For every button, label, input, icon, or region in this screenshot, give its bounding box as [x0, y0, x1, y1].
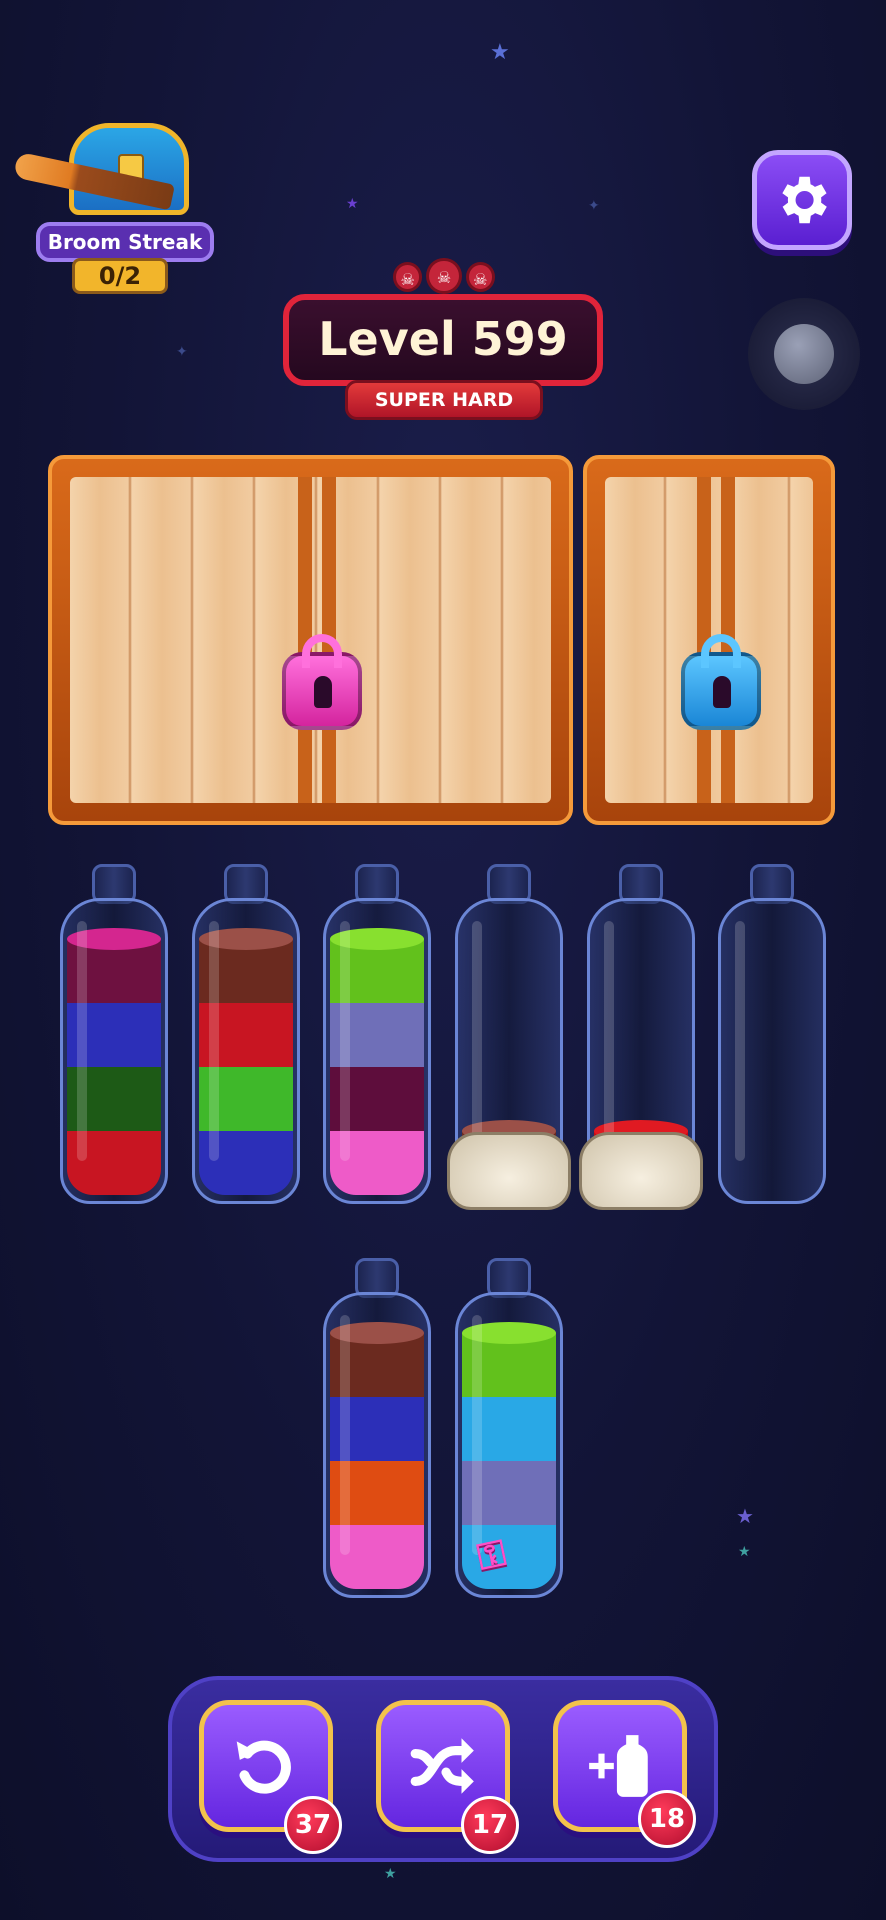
skull-icon: ☠	[465, 262, 496, 292]
bottle[interactable]	[192, 864, 300, 1204]
bottle[interactable]	[323, 1258, 431, 1598]
padlock-shackle	[302, 634, 342, 668]
bottle-glass	[718, 898, 826, 1204]
settings-button[interactable]	[752, 150, 852, 250]
difficulty-label: SUPER HARD	[345, 380, 543, 420]
add-bottle-count-badge: 18	[638, 1790, 696, 1848]
bottle-glass	[60, 898, 168, 1204]
bottle-glass	[323, 1292, 431, 1598]
locked-crate-blue	[583, 455, 835, 825]
stone-cover	[447, 1132, 571, 1210]
bottle-glass: ⚿	[455, 1292, 563, 1598]
skull-icon: ☠	[393, 262, 423, 292]
bottle[interactable]	[447, 864, 571, 1210]
level-title: Level 599	[283, 294, 603, 386]
crate-planks	[70, 477, 551, 803]
add-bottle-icon	[589, 1735, 648, 1797]
undo-count-badge: 37	[284, 1796, 342, 1854]
bottle[interactable]	[579, 864, 703, 1210]
shuffle-icon	[410, 1738, 474, 1794]
star-decoration: ✦	[588, 198, 600, 214]
star-decoration: ✦	[176, 344, 188, 360]
gear-icon	[782, 176, 827, 224]
undo-icon	[236, 1740, 291, 1794]
streak-label: Broom Streak	[36, 222, 214, 262]
star-decoration: ★	[490, 40, 510, 65]
blue-padlock-icon	[681, 634, 761, 730]
difficulty-skulls: ☠ ☠ ☠	[393, 258, 496, 298]
star-decoration: ★	[736, 1504, 754, 1528]
glass-shine	[472, 921, 482, 1161]
star-decoration: ★	[384, 1866, 397, 1882]
bottle[interactable]	[60, 864, 168, 1204]
bottle[interactable]	[718, 864, 826, 1204]
padlock-shackle	[701, 634, 741, 668]
glass-shine	[340, 921, 350, 1161]
glass-shine	[735, 921, 745, 1161]
broom-streak-badge[interactable]: Broom Streak 0/2	[13, 118, 214, 300]
glass-shine	[340, 1315, 350, 1555]
glass-shine	[77, 921, 87, 1161]
skull-icon: ☠	[426, 258, 462, 294]
shuffle-count-badge: 17	[461, 1796, 519, 1854]
pink-padlock-icon	[282, 634, 362, 730]
floating-assist-button[interactable]	[748, 298, 860, 410]
glass-shine	[604, 921, 614, 1161]
bottle[interactable]	[323, 864, 431, 1204]
star-decoration: ★	[346, 196, 359, 212]
bottle[interactable]: ⚿	[455, 1258, 563, 1598]
crate-planks	[605, 477, 813, 803]
star-decoration: ★	[738, 1544, 751, 1560]
bottle-glass	[192, 898, 300, 1204]
stone-cover	[579, 1132, 703, 1210]
glass-shine	[472, 1315, 482, 1555]
keyhole-icon	[314, 676, 332, 708]
glass-shine	[209, 921, 219, 1161]
locked-crate-pink	[48, 455, 573, 825]
assist-knob-icon	[774, 324, 834, 384]
bottle-glass	[323, 898, 431, 1204]
keyhole-icon	[713, 676, 731, 708]
streak-count: 0/2	[72, 258, 168, 294]
